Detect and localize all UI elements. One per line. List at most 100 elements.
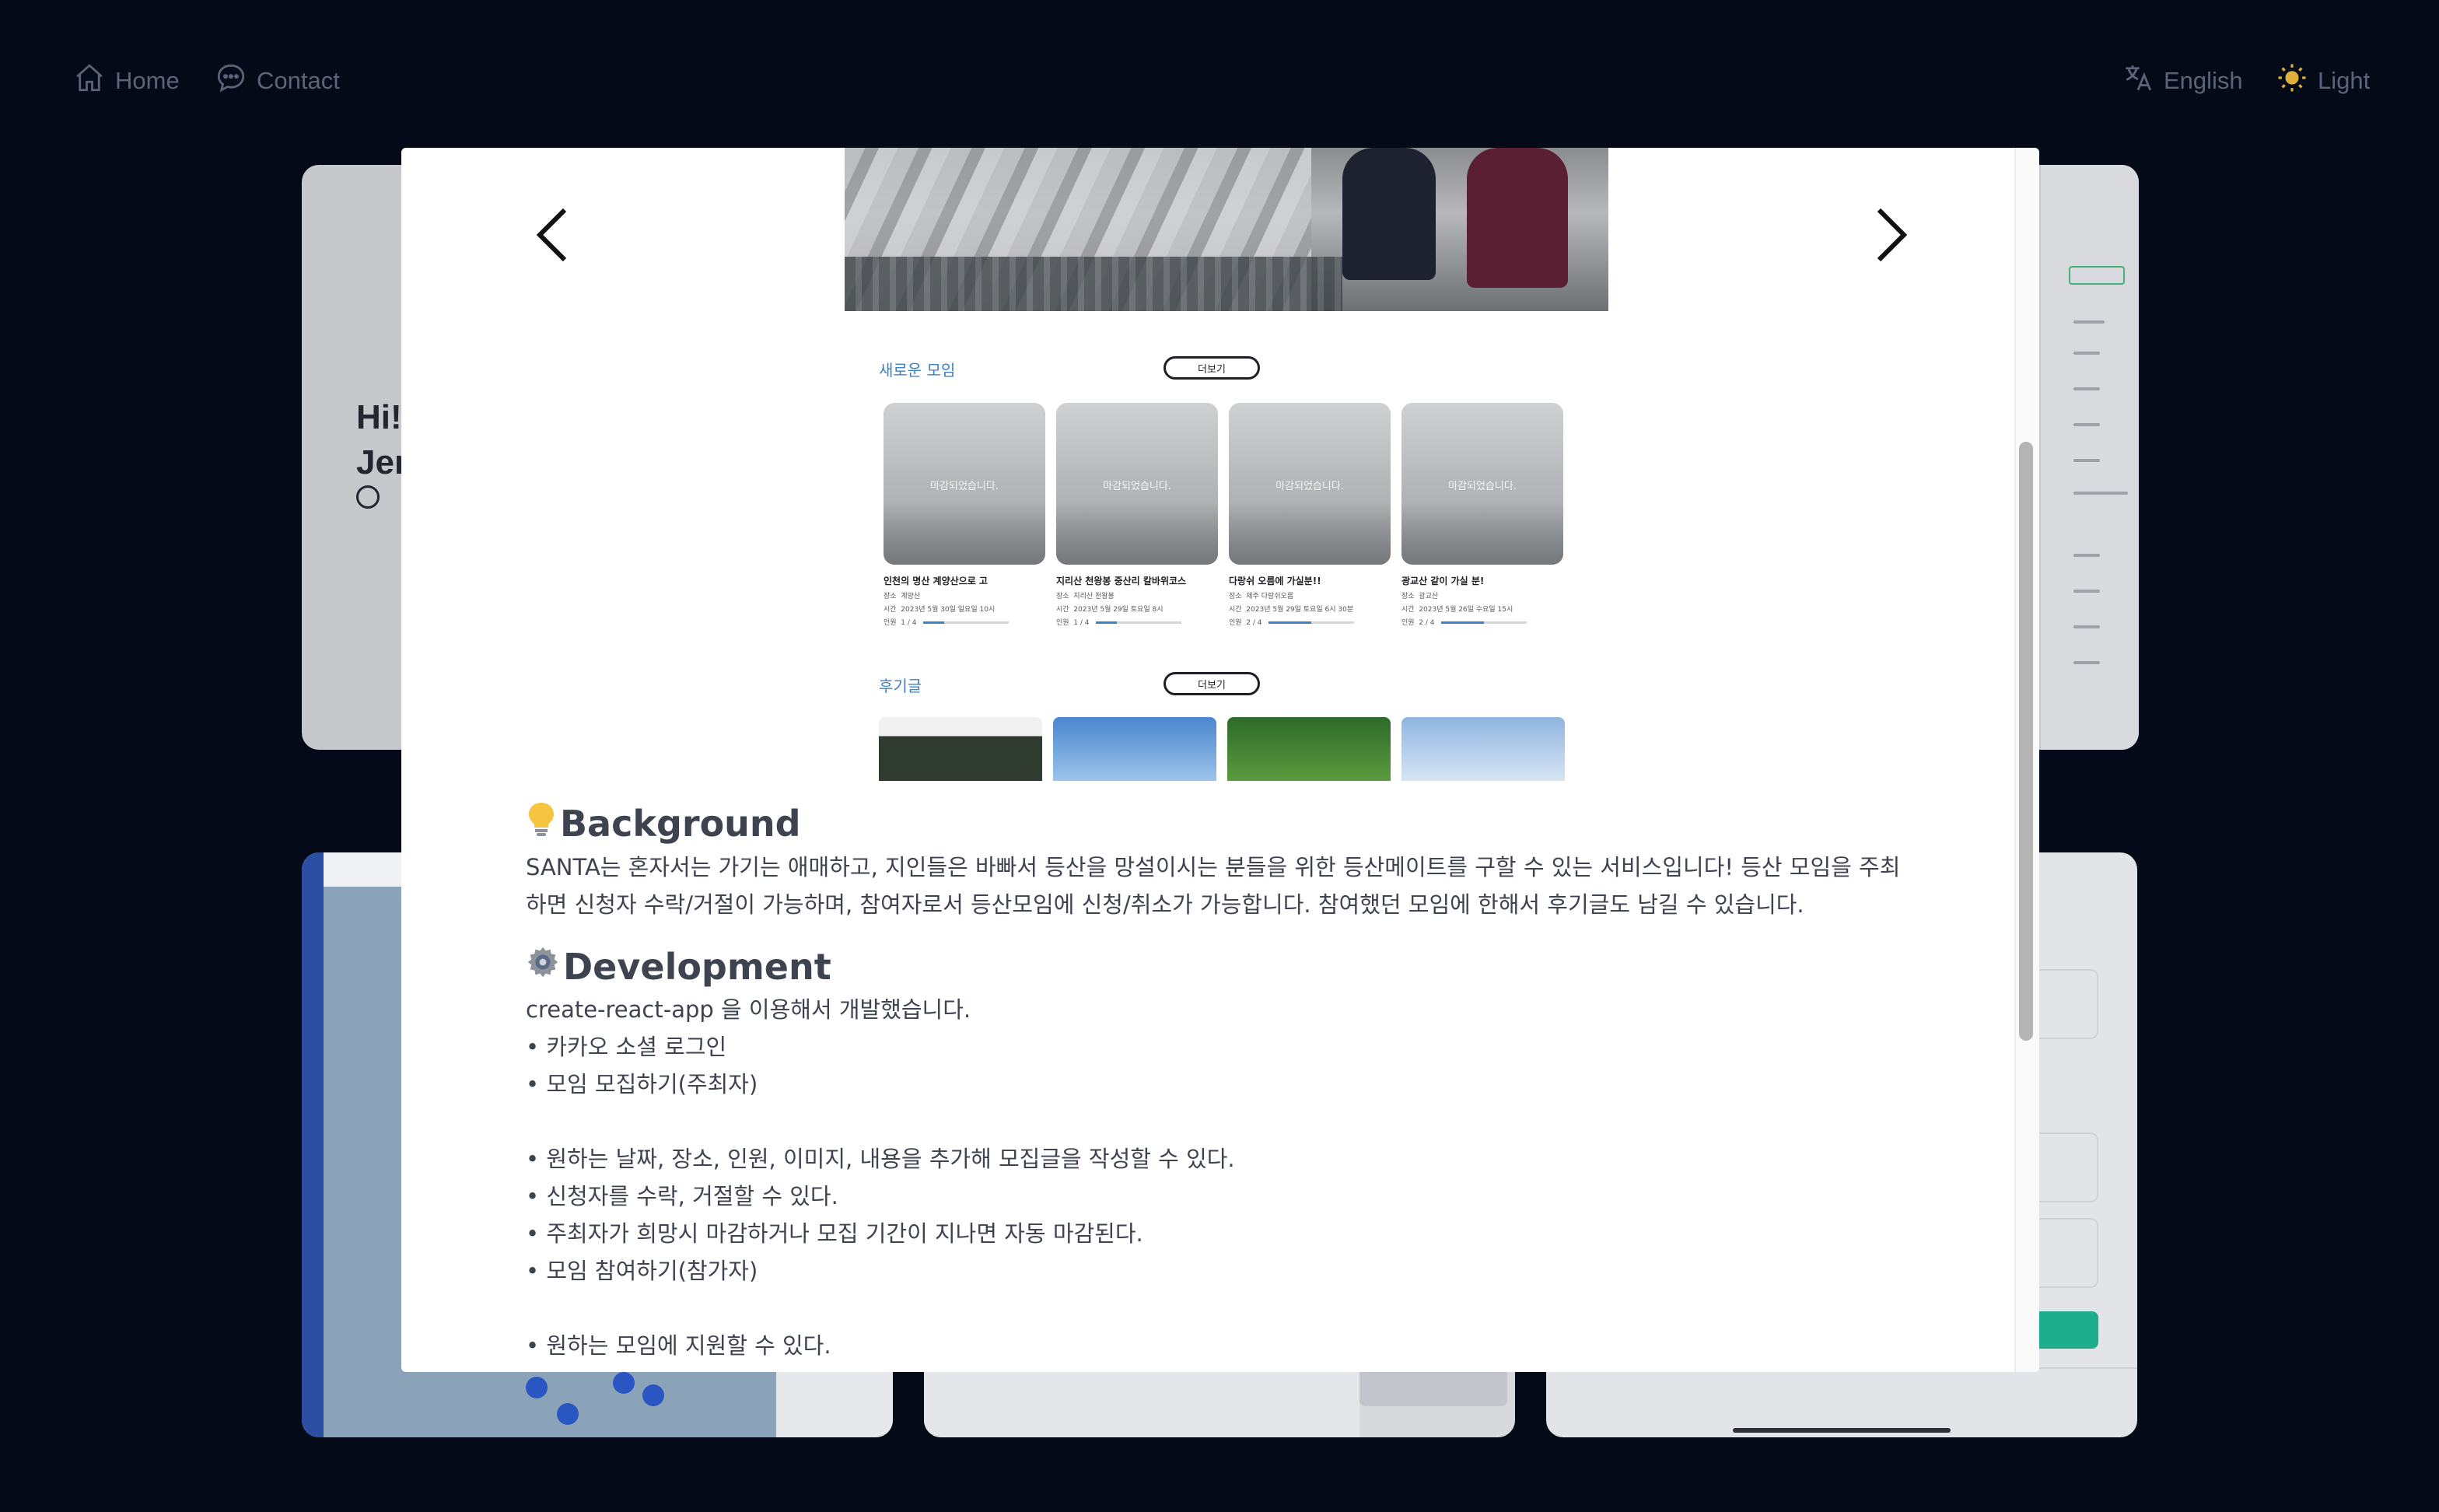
label: 장소 [884,593,897,600]
arrow-circle-icon[interactable] [356,485,380,509]
value: 광교산 [1419,593,1439,600]
language-toggle[interactable]: English [2122,61,2243,101]
meeting-time: 시간 2023년 5월 29일 토요일 8시 [1056,604,1218,614]
meeting-title: 광교산 같이 가실 분! [1401,576,1485,586]
label: 인원 [884,619,897,627]
meeting-place: 장소 지리산 천왕봉 [1056,590,1218,600]
closed-overlay: 마감되었습니다. [930,481,999,492]
label: 시간 [1401,606,1415,614]
carousel-prev-button[interactable] [529,204,576,266]
value: 2023년 5월 29일 토요일 6시 30분 [1246,606,1354,614]
more-button: 더보기 [1164,356,1260,380]
meeting-image: 마감되었습니다. [1229,403,1391,565]
chevron-right-icon [1877,208,1908,262]
meeting-card: 마감되었습니다. 인천의 명산 계양산으로 고 장소 계양산 시간 2023년 … [884,403,1045,627]
people-progress [922,621,1009,624]
hero-trees [845,257,1342,311]
development-list-1: 카카오 소셜 로그인 모임 모집하기(주최자) [526,1028,1910,1103]
section-reviews-title: 후기글 [879,677,922,695]
progress-fill [1440,621,1484,624]
background-text: SANTA는 혼자서는 가기는 애매하고, 지인들은 바빠서 등산을 망설이시는… [526,854,1901,918]
label: 인원 [1401,619,1415,627]
meeting-place: 장소 계양산 [884,590,1045,600]
meeting-card: 마감되었습니다. 광교산 같이 가실 분! 장소 광교산 시간 2023년 5월… [1401,403,1563,627]
meeting-place: 장소 제주 다랑쉬오름 [1229,590,1391,600]
list-item: 모임 참여하기(참가자) [526,1252,1910,1290]
scrollbar-thumb[interactable] [2019,442,2033,1041]
preview-line [2073,459,2100,462]
list-item: 주최자가 희망시 마감하거나 모집 기간이 지나면 자동 마감된다. [526,1215,1910,1252]
development-intro: create-react-app 을 이용해서 개발했습니다. [526,996,971,1023]
project-screenshot: 새로운 모임 더보기 마감되었습니다. 인천의 명산 계양산으로 고 장소 계양… [831,148,1608,781]
theme-label: Light [2318,67,2371,94]
preview-button [2069,266,2125,285]
review-image [879,717,1042,781]
development-list-3: 원하는 모임에 지원할 수 있다. [526,1327,1910,1364]
review-image [1053,717,1216,781]
development-list-2: 원하는 날짜, 장소, 인원, 이미지, 내용을 추가해 모집글을 작성할 수 … [526,1140,1910,1290]
gear-icon [526,945,560,988]
preview-line [2073,423,2100,426]
preview-line [2073,387,2100,390]
value: 계양산 [901,593,921,600]
nav-contact-label: Contact [257,67,340,94]
map-marker [557,1403,579,1425]
meeting-place: 장소 광교산 [1401,590,1563,600]
label: 시간 [1229,606,1242,614]
language-label: English [2164,67,2243,94]
card-preview-panel [2041,165,2139,750]
screenshot-hero-image [845,148,1608,311]
progress-fill [1095,621,1118,624]
meeting-image: 마감되었습니다. [1056,403,1218,565]
label: 시간 [884,606,897,614]
hero-person [1467,148,1568,288]
list-item: 신청자를 수락, 거절할 수 있다. [526,1178,1910,1215]
value: 2 / 4 [1246,619,1262,627]
development-heading-text: Development [563,945,831,988]
list-item: 원하는 날짜, 장소, 인원, 이미지, 내용을 추가해 모집글을 작성할 수 … [526,1140,1910,1178]
preview-line [2073,492,2128,495]
label: 장소 [1401,593,1415,600]
carousel-next-button[interactable] [1868,204,1915,266]
meeting-time: 시간 2023년 5월 30일 일요일 10시 [884,604,1045,614]
card-sidebar [302,852,324,1437]
nav-home-label: Home [115,67,180,94]
meeting-time: 시간 2023년 5월 26일 수요일 15시 [1401,604,1563,614]
review-image [1227,717,1391,781]
chevron-left-icon [536,208,567,262]
lightbulb-icon [526,801,557,845]
nav-home-link[interactable]: Home [73,61,180,101]
meeting-image: 마감되었습니다. [1401,403,1563,565]
meeting-card: 마감되었습니다. 지리산 천왕봉 중산리 칼바위코스 장소 지리산 천왕봉 시간… [1056,403,1218,627]
meeting-people: 인원 1 / 4 [1056,617,1218,627]
progress-fill [1268,621,1311,624]
value: 지리산 천왕봉 [1073,593,1115,600]
modal-description: Background SANTA는 혼자서는 가기는 애매하고, 지인들은 바빠… [526,801,1910,1364]
people-progress [1268,621,1354,624]
meeting-time: 시간 2023년 5월 29일 토요일 6시 30분 [1229,604,1391,614]
preview-line [2073,352,2100,355]
meeting-image: 마감되었습니다. [884,403,1045,565]
preview-line [2073,625,2100,628]
meeting-people: 인원 1 / 4 [884,617,1045,627]
closed-overlay: 마감되었습니다. [1275,481,1344,492]
review-image [1401,717,1565,781]
translate-icon [2122,61,2154,100]
meeting-card: 마감되었습니다. 다랑쉬 오름에 가실분!! 장소 제주 다랑쉬오름 시간 20… [1229,403,1391,627]
modal-scrollbar[interactable] [2014,148,2039,1372]
preview-line [2073,661,2100,664]
home-indicator [1733,1428,1951,1433]
development-heading: Development [526,945,1910,988]
project-detail-modal[interactable]: 새로운 모임 더보기 마감되었습니다. 인천의 명산 계양산으로 고 장소 계양… [401,148,2039,1372]
chat-icon [215,61,247,100]
meeting-people: 인원 2 / 4 [1229,617,1391,627]
map-marker [613,1372,635,1394]
theme-toggle[interactable]: Light [2276,61,2370,101]
more-button: 더보기 [1164,672,1260,695]
preview-line [2073,590,2100,593]
label: 인원 [1056,619,1069,627]
label: 장소 [1229,593,1242,600]
nav-contact-link[interactable]: Contact [215,61,340,101]
